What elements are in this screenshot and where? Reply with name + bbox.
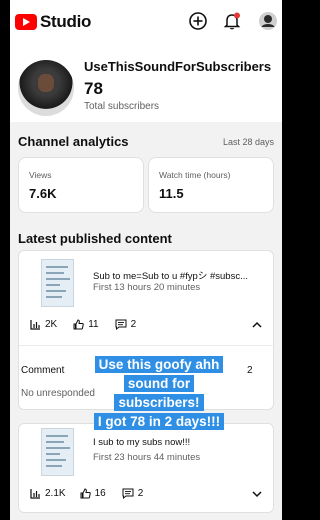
video-meta: First 23 hours 44 minutes	[93, 452, 201, 463]
latest-content-heading: Latest published content	[18, 231, 172, 246]
comment-icon	[122, 488, 134, 499]
comments-label: Comment	[21, 365, 65, 376]
like-icon	[80, 488, 91, 499]
channel-header: UseThisSoundForSubscribers 78 Total subs…	[10, 42, 282, 122]
video-meta: First 13 hours 20 minutes	[93, 282, 201, 293]
top-app-bar: Studio	[10, 0, 282, 42]
video-thumbnail[interactable]	[41, 428, 74, 476]
video-views: 2.1K	[45, 488, 66, 499]
watch-time-card[interactable]: Watch time (hours) 11.5	[148, 157, 274, 213]
video-title[interactable]: I sub to my subs now!!!	[93, 437, 190, 448]
video-title[interactable]: Sub to me=Sub to u #fypシ #subsc...	[93, 268, 248, 282]
video-comments: 2	[130, 319, 137, 330]
views-value: 7.6K	[29, 186, 57, 201]
caption-line: sound for	[123, 375, 195, 392]
channel-avatar[interactable]	[18, 60, 74, 116]
caption-line: Use this goofy ahh	[94, 356, 224, 373]
views-card[interactable]: Views 7.6K	[18, 157, 144, 213]
studio-logo[interactable]: Studio	[15, 12, 91, 32]
chevron-up-icon[interactable]	[251, 319, 263, 331]
youtube-logo-icon	[15, 14, 37, 30]
studio-screen: Studio UseThisSoundForSubscribers 78 Tot…	[10, 0, 282, 520]
chevron-down-icon[interactable]	[251, 488, 263, 500]
account-avatar-icon[interactable]	[258, 11, 278, 31]
comments-count: 2	[247, 365, 253, 376]
app-name: Studio	[40, 12, 92, 31]
caption-line: subscribers!	[114, 394, 204, 411]
views-chart-icon	[30, 320, 40, 330]
video-likes: 11	[88, 319, 99, 330]
video-card[interactable]: I sub to my subs now!!! First 23 hours 4…	[18, 423, 274, 513]
like-icon	[73, 319, 84, 330]
comment-icon	[115, 319, 127, 330]
watch-time-value: 11.5	[159, 186, 184, 201]
video-views: 2K	[45, 319, 58, 330]
caption-line: I got 78 in 2 days!!!	[93, 413, 225, 430]
views-chart-icon	[30, 489, 40, 499]
card-divider	[19, 345, 275, 346]
analytics-heading: Channel analytics	[18, 134, 129, 149]
video-comments: 2	[137, 488, 144, 499]
subscriber-label: Total subscribers	[84, 101, 160, 112]
add-icon[interactable]	[188, 11, 208, 31]
subscriber-count: 78	[84, 79, 103, 98]
avatar-face-icon	[38, 74, 54, 92]
watch-time-label: Watch time (hours)	[159, 170, 231, 180]
video-likes: 16	[94, 488, 106, 499]
video-stats: 2.1K 16 2	[30, 488, 143, 499]
notification-dot	[234, 12, 240, 19]
views-label: Views	[29, 170, 52, 180]
overlay-caption: Use this goofy ahh sound for subscribers…	[84, 356, 234, 432]
video-stats: 2K 11 2	[30, 319, 136, 330]
video-thumbnail[interactable]	[41, 259, 74, 307]
notification-bell-icon[interactable]	[222, 11, 242, 31]
channel-name: UseThisSoundForSubscribers	[84, 59, 272, 74]
analytics-range: Last 28 days	[222, 137, 274, 147]
